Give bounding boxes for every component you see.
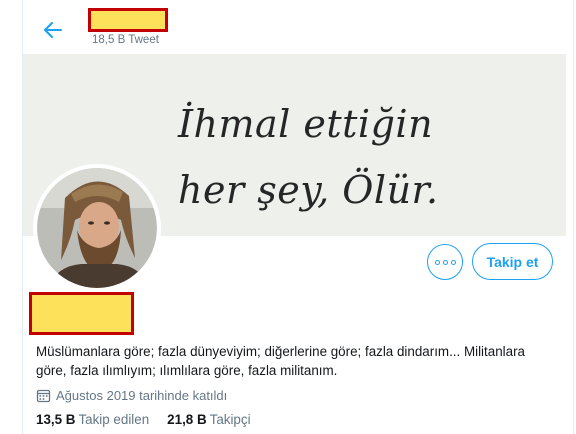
followers-link[interactable]: 21,8 B Takipçi bbox=[167, 412, 250, 427]
arrow-left-icon bbox=[44, 22, 62, 38]
followers-label: Takipçi bbox=[209, 412, 251, 427]
join-date-text: Ağustos 2019 tarihinde katıldı bbox=[56, 387, 228, 403]
following-count: 13,5 B bbox=[36, 412, 76, 427]
calendar-icon bbox=[36, 388, 51, 403]
column-border-right bbox=[573, 0, 574, 434]
join-date: Ağustos 2019 tarihinde katıldı bbox=[36, 386, 227, 404]
profile-page: 18,5 B Tweet İhmal ettiğin her şey, Ölür… bbox=[0, 0, 576, 434]
following-link[interactable]: 13,5 B Takip edilen bbox=[36, 412, 149, 427]
tweet-count-text: 18,5 B Tweet bbox=[92, 34, 159, 46]
more-horizontal-icon bbox=[434, 259, 456, 265]
followers-count: 21,8 B bbox=[167, 412, 207, 427]
banner-text-line-2: her şey, Ölür. bbox=[178, 168, 439, 212]
back-button[interactable] bbox=[37, 14, 69, 46]
avatar-portrait-image bbox=[37, 168, 157, 288]
redacted-display-name bbox=[29, 292, 134, 335]
follow-stats: 13,5 B Takip edilen 21,8 B Takipçi bbox=[36, 412, 251, 427]
banner-text-line-1: İhmal ettiğin bbox=[178, 102, 434, 146]
tweet-count: 18,5 B Tweet bbox=[92, 34, 159, 46]
more-options-button[interactable] bbox=[427, 244, 463, 280]
following-label: Takip edilen bbox=[78, 412, 150, 427]
profile-header: 18,5 B Tweet bbox=[23, 0, 573, 54]
avatar[interactable] bbox=[33, 164, 161, 292]
profile-bio: Müslümanlara göre; fazla dünyeviyim; diğ… bbox=[36, 344, 525, 378]
redacted-display-name-header bbox=[88, 8, 168, 32]
follow-button[interactable]: Takip et bbox=[472, 243, 553, 280]
